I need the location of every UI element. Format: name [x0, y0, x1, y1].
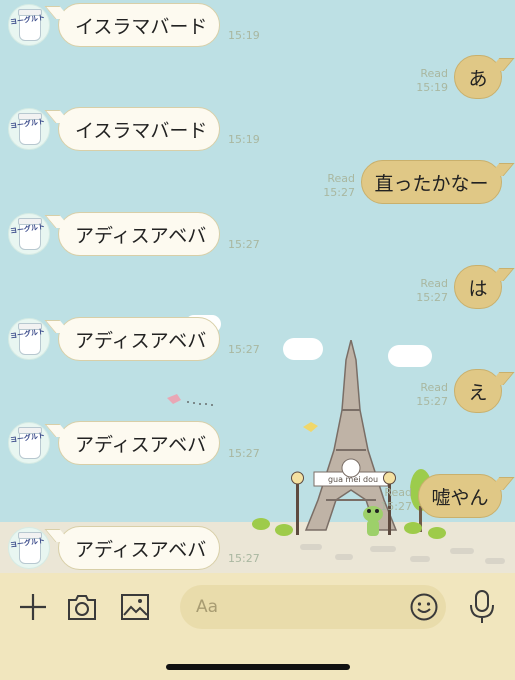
read-receipt: Read 15:27: [408, 277, 448, 305]
read-label: Read: [420, 67, 448, 80]
camera-icon[interactable]: [66, 592, 98, 622]
message-input-placeholder: Aa: [196, 597, 219, 617]
read-label: Read: [420, 381, 448, 394]
message-bubble[interactable]: え: [454, 369, 502, 413]
message-bubble[interactable]: イスラマバード: [58, 3, 220, 47]
avatar[interactable]: ヨーグルト: [8, 422, 50, 464]
message-bubble[interactable]: アディスアベバ: [58, 421, 220, 465]
read-receipt: Read 15:19: [408, 67, 448, 95]
chat-area[interactable]: gua mei dou ヨーグルト イスラマバード 15:19 ヨーグルト イス…: [0, 0, 515, 573]
message-time: 15:19: [228, 133, 260, 146]
message-time: 15:27: [323, 186, 355, 199]
plus-icon[interactable]: [18, 592, 48, 622]
read-label: Read: [327, 172, 355, 185]
read-label: Read: [420, 277, 448, 290]
message-bubble[interactable]: イスラマバード: [58, 107, 220, 151]
bird-decoration: [167, 394, 213, 406]
read-label: Read: [384, 486, 412, 499]
read-receipt: Read 15:27: [408, 381, 448, 409]
message-bubble[interactable]: アディスアベバ: [58, 317, 220, 361]
avatar[interactable]: ヨーグルト: [8, 108, 50, 150]
message-bubble[interactable]: は: [454, 265, 502, 309]
message-time: 15:27: [416, 395, 448, 408]
message-bubble[interactable]: アディスアベバ: [58, 526, 220, 570]
home-indicator[interactable]: [166, 664, 350, 670]
message-time: 15:27: [380, 500, 412, 513]
stones-decoration: [300, 544, 505, 564]
avatar[interactable]: ヨーグルト: [8, 4, 50, 46]
bush-decoration: [428, 527, 446, 539]
read-receipt: Read 15:27: [372, 486, 412, 514]
message-bubble[interactable]: アディスアベバ: [58, 212, 220, 256]
message-bubble[interactable]: あ: [454, 55, 502, 99]
avatar[interactable]: ヨーグルト: [8, 527, 50, 569]
message-time: 15:27: [228, 552, 260, 565]
message-time: 15:27: [228, 343, 260, 356]
bush-decoration: [275, 524, 293, 536]
message-time: 15:19: [228, 29, 260, 42]
avatar[interactable]: ヨーグルト: [8, 213, 50, 255]
image-icon[interactable]: [120, 593, 150, 621]
avatar[interactable]: ヨーグルト: [8, 318, 50, 360]
message-bubble[interactable]: 嘘やん: [418, 474, 502, 518]
message-input[interactable]: Aa: [180, 585, 446, 629]
message-time: 15:27: [228, 447, 260, 460]
bush-decoration: [252, 518, 270, 530]
emoji-icon[interactable]: [409, 592, 439, 622]
read-receipt: Read 15:27: [315, 172, 355, 200]
bush-decoration: [404, 522, 422, 534]
message-time: 15:19: [416, 81, 448, 94]
message-bubble[interactable]: 直ったかなー: [361, 160, 502, 204]
message-time: 15:27: [416, 291, 448, 304]
message-time: 15:27: [228, 238, 260, 251]
microphone-icon[interactable]: [468, 589, 496, 625]
sign-text: gua mei dou: [327, 475, 379, 484]
